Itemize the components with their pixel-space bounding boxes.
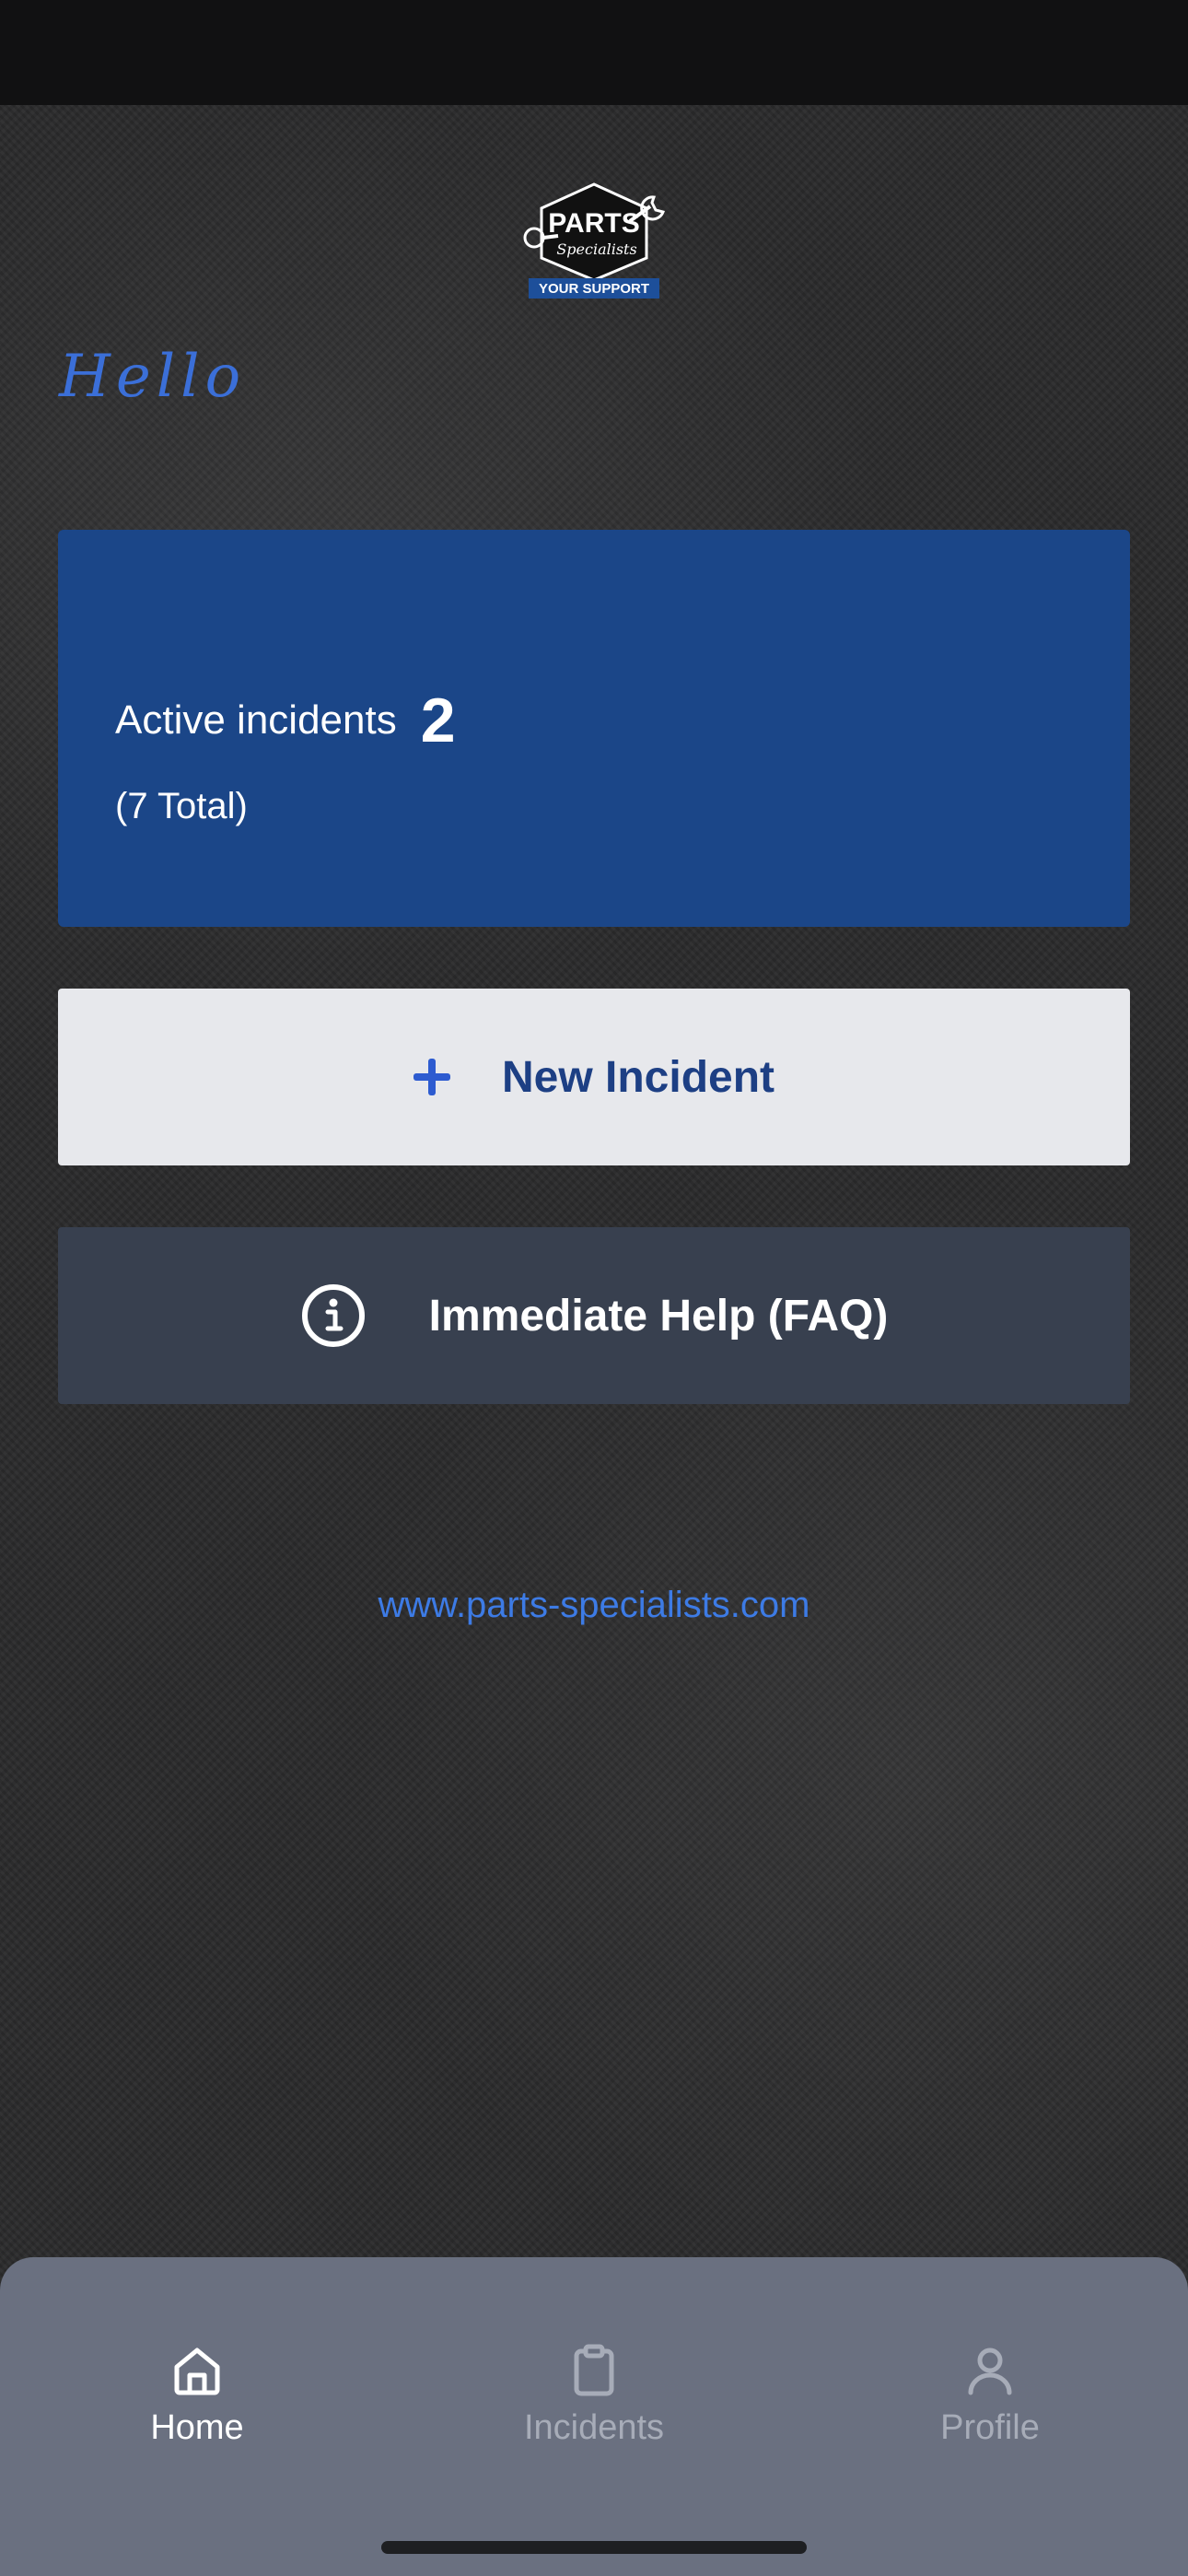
- faq-label: Immediate Help (FAQ): [428, 1291, 889, 1341]
- nav-item-incidents[interactable]: Incidents: [456, 2342, 732, 2448]
- parts-specialists-logo: PARTS Specialists YOUR SUPPORT: [516, 181, 672, 300]
- info-icon: [301, 1284, 365, 1347]
- plus-icon: [413, 1059, 450, 1095]
- logo-emblem: PARTS Specialists YOUR SUPPORT: [523, 182, 665, 299]
- immediate-help-faq-button[interactable]: Immediate Help (FAQ): [58, 1227, 1130, 1404]
- total-incidents-text: (7 Total): [115, 786, 248, 826]
- active-incidents-label: Active incidents: [115, 697, 397, 743]
- active-incidents-row: Active incidents 2: [115, 685, 456, 756]
- active-incidents-card[interactable]: Active incidents 2 (7 Total): [58, 530, 1130, 927]
- clipboard-icon: [574, 2344, 614, 2396]
- app-screen: PARTS Specialists YOUR SUPPORT Hello Act…: [0, 0, 1188, 2576]
- new-incident-button[interactable]: New Incident: [58, 989, 1130, 1165]
- home-indicator: [381, 2541, 807, 2554]
- new-incident-label: New Incident: [501, 1052, 775, 1102]
- website-link[interactable]: www.parts-specialists.com: [0, 1585, 1188, 1626]
- person-icon: [968, 2348, 1012, 2395]
- home-icon: [174, 2348, 220, 2395]
- nav-label-incidents: Incidents: [523, 2408, 665, 2447]
- nav-label-profile: Profile: [940, 2408, 1040, 2447]
- bottom-navigation-bar: Home Incidents Profile: [0, 2257, 1188, 2576]
- greeting-text: Hello: [59, 343, 247, 411]
- logo-brand-text: PARTS: [548, 208, 639, 239]
- status-bar: [0, 0, 1188, 105]
- logo-tagline: YOUR SUPPORT: [539, 281, 649, 297]
- nav-item-home[interactable]: Home: [59, 2342, 335, 2448]
- active-incidents-count: 2: [420, 685, 456, 755]
- logo-script-text: Specialists: [556, 240, 636, 258]
- nav-item-profile[interactable]: Profile: [852, 2342, 1128, 2448]
- nav-label-home: Home: [150, 2408, 244, 2447]
